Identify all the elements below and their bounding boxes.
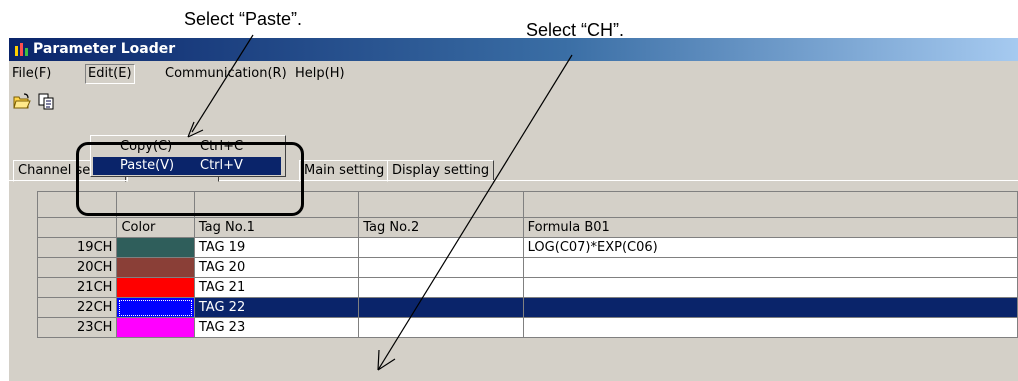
arrow-head-paste bbox=[187, 121, 204, 138]
annotation-arrows bbox=[187, 34, 573, 371]
arrow-to-paste bbox=[191, 34, 254, 133]
arrow-to-ch bbox=[377, 54, 573, 371]
